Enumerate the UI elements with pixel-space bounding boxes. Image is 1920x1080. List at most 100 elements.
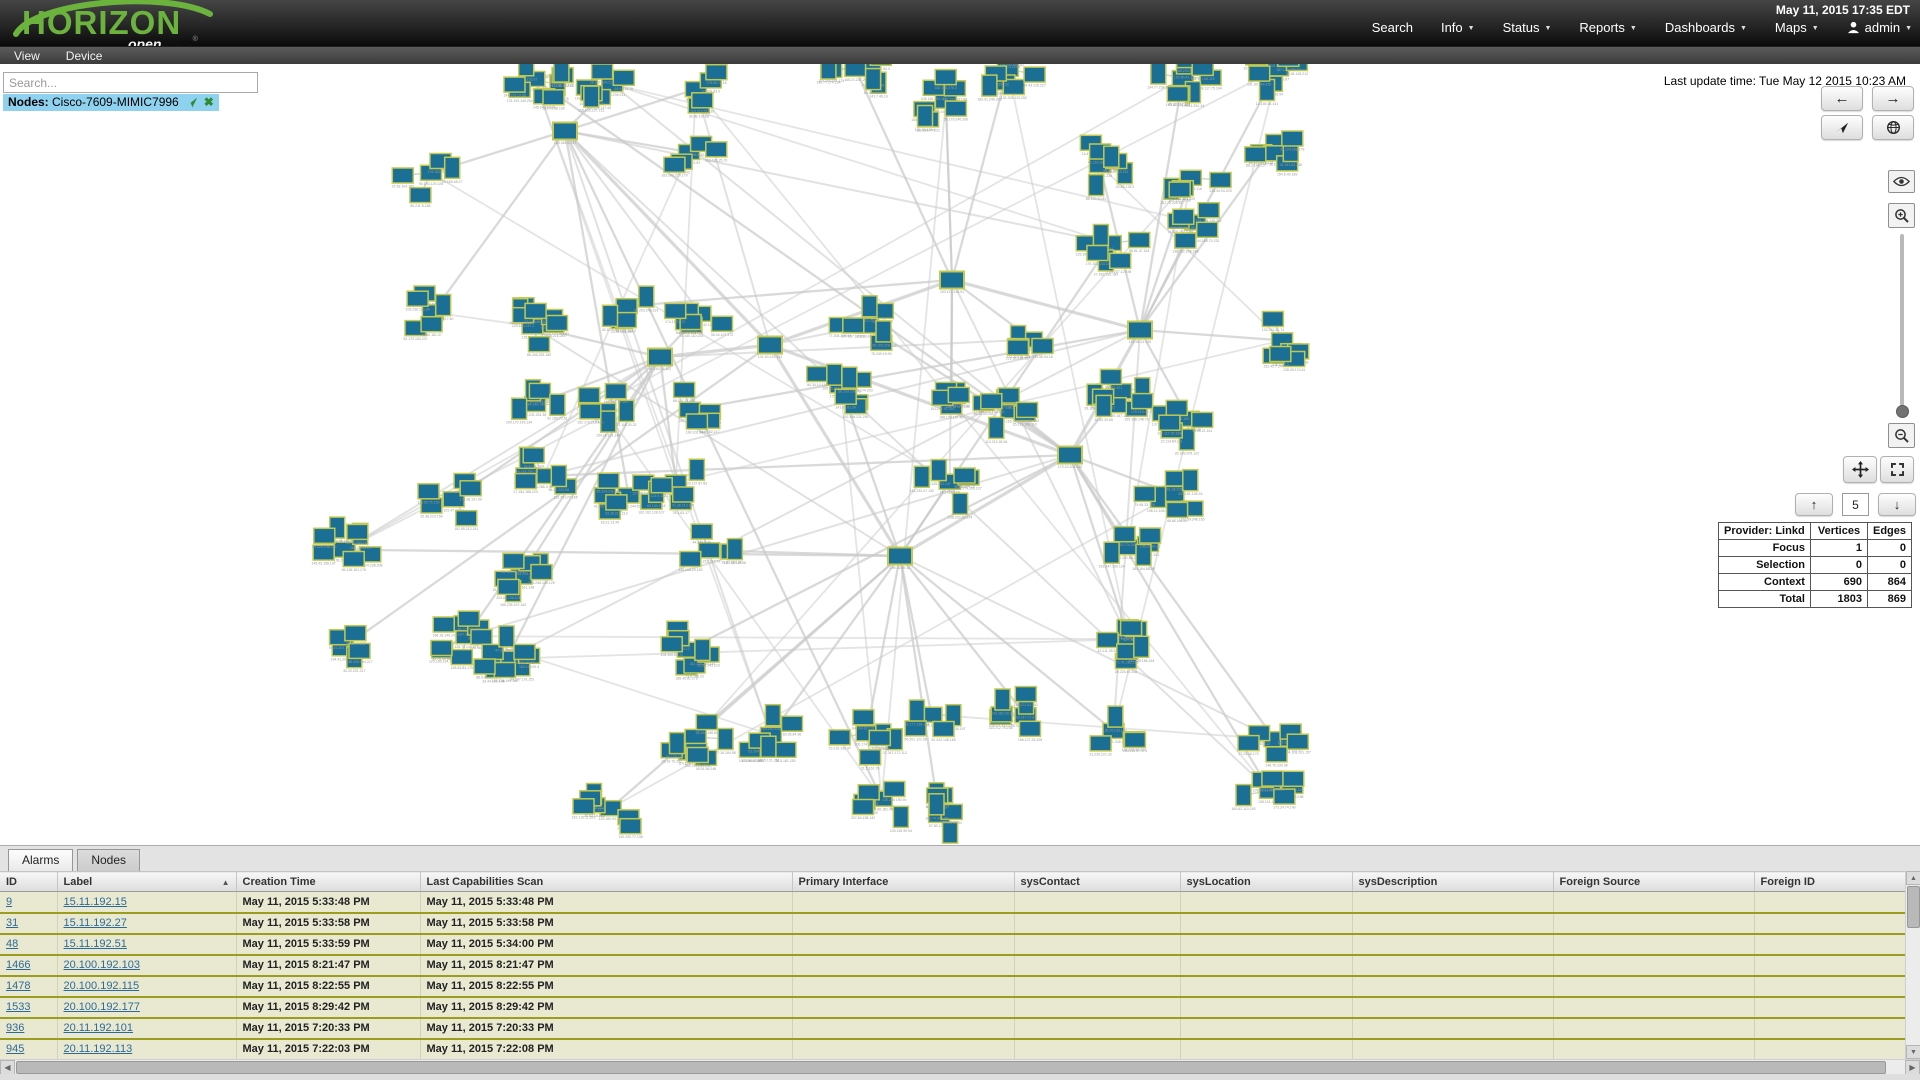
device-node[interactable]: 65.9.214.76 bbox=[613, 70, 634, 91]
device-node[interactable]: 163.113.57.174 bbox=[1123, 732, 1147, 753]
device-node[interactable]: 135.166.29.139 bbox=[678, 552, 702, 573]
device-node[interactable]: 167.98.119.56 bbox=[724, 539, 746, 566]
device-node[interactable]: 11.172.78.65 bbox=[869, 731, 890, 752]
device-node[interactable]: 110.213.75.139 bbox=[690, 93, 714, 114]
locate-arrow-icon[interactable] bbox=[185, 96, 198, 109]
column-header-sysdescription[interactable]: sysDescription bbox=[1352, 872, 1553, 892]
device-node[interactable]: 71.118.25.32 bbox=[616, 400, 636, 427]
zoom-in-button[interactable] bbox=[1888, 203, 1915, 228]
device-node[interactable]: 89.25.64.96 bbox=[782, 716, 803, 737]
device-node[interactable]: 178.53.72.16 bbox=[706, 65, 727, 86]
device-node[interactable]: 189.102.140.1 bbox=[686, 414, 708, 435]
device-node[interactable]: 18.24.133.120 bbox=[1104, 706, 1126, 733]
tab-nodes[interactable]: Nodes bbox=[77, 849, 140, 871]
device-node[interactable]: 199.30.69.18 bbox=[888, 548, 912, 571]
node-id-link[interactable]: 1478 bbox=[6, 980, 30, 992]
device-node[interactable]: 37.63.104.153 bbox=[392, 168, 414, 189]
device-node[interactable]: 194.238.143.254 bbox=[1170, 209, 1196, 230]
device-node[interactable]: 94.76.33.88 bbox=[431, 641, 452, 662]
device-node[interactable]: 68.209.109.76 bbox=[838, 367, 860, 394]
device-node[interactable]: 145.56.94.18 bbox=[1032, 339, 1053, 360]
nav-maps[interactable]: Maps▼ bbox=[1775, 20, 1819, 35]
device-node[interactable]: 42.10.1.19 bbox=[602, 305, 619, 332]
device-node[interactable]: 28.247.109.218 bbox=[590, 64, 614, 85]
device-node[interactable]: 38.156.158.60 bbox=[696, 715, 718, 736]
device-node[interactable]: 64.43.125.227 bbox=[1023, 67, 1045, 88]
node-label-link[interactable]: 15.11.192.51 bbox=[64, 938, 127, 950]
column-header-foreign-source[interactable]: Foreign Source bbox=[1553, 872, 1754, 892]
node-id-link[interactable]: 31 bbox=[6, 917, 18, 929]
device-node[interactable]: 38.124.253.178 bbox=[1280, 131, 1304, 152]
device-node[interactable]: 152.39.21.126 bbox=[1128, 322, 1152, 345]
node-id-link[interactable]: 9 bbox=[6, 896, 12, 908]
zoom-slider-handle[interactable] bbox=[1896, 405, 1909, 418]
device-node[interactable]: 122.60.118.157 bbox=[1006, 340, 1030, 361]
device-node[interactable]: 10.92.20.69 bbox=[1094, 395, 1113, 422]
device-node[interactable]: 162.242.38.161 bbox=[604, 384, 628, 405]
device-node[interactable]: 43.25.21.161 bbox=[1192, 412, 1213, 433]
search-input[interactable] bbox=[3, 72, 258, 93]
szl-up-button[interactable]: ↑ bbox=[1795, 493, 1833, 516]
node-label-link[interactable]: 20.100.192.177 bbox=[64, 1001, 140, 1013]
device-node[interactable]: 36.24.107.172 bbox=[711, 316, 733, 337]
device-node[interactable]: 29.52.14.183 bbox=[345, 626, 366, 647]
device-node[interactable]: 138.34.94.223 bbox=[1209, 173, 1231, 194]
device-node[interactable]: 44.35.37.7 bbox=[1103, 146, 1120, 173]
device-node[interactable]: 150.10.140.158 bbox=[1166, 87, 1190, 108]
device-node[interactable]: 88.2.140.25 bbox=[1245, 147, 1266, 168]
node-id-link[interactable]: 1466 bbox=[6, 959, 30, 971]
szl-input[interactable] bbox=[1842, 493, 1869, 516]
device-node[interactable]: 180.126.176.3 bbox=[935, 70, 957, 91]
device-node[interactable]: 181.222.51.241 bbox=[1014, 687, 1038, 708]
device-node[interactable]: 174.15.5.137 bbox=[665, 303, 686, 324]
nav-search[interactable]: Search bbox=[1372, 20, 1413, 35]
device-node[interactable]: 42.111.25.35 bbox=[1097, 633, 1118, 654]
device-node[interactable]: 203.64.106.105 bbox=[496, 579, 520, 600]
device-node[interactable]: 33.137.87.83 bbox=[687, 459, 707, 486]
device-node[interactable]: 21.74.231.45 bbox=[529, 383, 550, 404]
nav-reports[interactable]: Reports▼ bbox=[1579, 20, 1636, 35]
device-node[interactable]: 146.5.131.251 bbox=[757, 736, 779, 763]
device-node[interactable]: 163.146.229.179 bbox=[661, 157, 687, 178]
device-node[interactable]: 41.38.213.197 bbox=[672, 487, 694, 508]
device-node[interactable]: 103.100.62.34 bbox=[661, 637, 683, 658]
device-node[interactable]: 168.18.149.14 bbox=[433, 617, 455, 638]
device-node[interactable]: 104.158.70.231 bbox=[1195, 222, 1219, 243]
device-node[interactable]: 118.59.75.150 bbox=[417, 484, 439, 505]
nav-admin[interactable]: admin▼ bbox=[1847, 20, 1912, 35]
device-node[interactable]: 48.68.156.91 bbox=[1167, 502, 1188, 523]
scroll-up-icon[interactable]: ▲ bbox=[1906, 871, 1920, 885]
table-horizontal-scrollbar[interactable]: ◀ ▶ bbox=[0, 1059, 1920, 1074]
node-label-link[interactable]: 15.11.192.15 bbox=[64, 896, 127, 908]
device-node[interactable]: 131.40.124.4 bbox=[915, 106, 935, 133]
table-vertical-scrollbar[interactable]: ▲ ▼ bbox=[1905, 871, 1920, 1059]
device-node[interactable]: 131.90.123.133 bbox=[758, 337, 782, 360]
device-node[interactable]: 194.77.234.93 bbox=[1147, 64, 1169, 90]
device-node[interactable]: 175.215.42.73 bbox=[1131, 394, 1153, 415]
device-node[interactable]: 100.115.99.94 bbox=[890, 806, 912, 833]
device-node[interactable]: 173.28.151.99 bbox=[460, 481, 482, 502]
device-node[interactable]: 199.121.137.120 bbox=[978, 394, 1004, 415]
column-header-syscontact[interactable]: sysContact bbox=[1014, 872, 1180, 892]
device-node[interactable]: 36.126.161.176 bbox=[342, 552, 366, 573]
remove-focus-icon[interactable]: ✖ bbox=[204, 96, 214, 108]
device-node[interactable]: 92.160.73.51 bbox=[547, 394, 567, 421]
focus-node-chip[interactable]: Nodes: Cisco-7609-MIMIC7996 ✖ bbox=[3, 94, 219, 111]
center-on-selection-button[interactable] bbox=[1821, 115, 1863, 140]
device-node[interactable]: 65.211.5.248 bbox=[410, 188, 431, 209]
szl-down-button[interactable]: ↓ bbox=[1878, 493, 1916, 516]
device-node[interactable]: 146.0.12.2 bbox=[1270, 347, 1291, 368]
zoom-out-button[interactable] bbox=[1888, 423, 1915, 448]
node-label-link[interactable]: 20.11.192.113 bbox=[64, 1043, 133, 1055]
device-node[interactable]: 116.181.25.70 bbox=[705, 142, 727, 163]
device-node[interactable]: 148.76.230.96 bbox=[1265, 747, 1287, 768]
column-header-foreign-id[interactable]: Foreign ID bbox=[1754, 872, 1905, 892]
device-node[interactable]: 27.184.188.223 bbox=[513, 474, 537, 495]
column-header-label[interactable]: Label▲ bbox=[57, 872, 236, 892]
device-node[interactable]: 142.182.39.30 bbox=[991, 689, 1013, 716]
device-node[interactable]: 28.237.123.96 bbox=[1109, 253, 1131, 273]
device-node[interactable]: 107.117.50.168 bbox=[1157, 415, 1181, 436]
device-node[interactable]: 112.219.26.54 bbox=[985, 417, 1007, 444]
node-label-link[interactable]: 20.100.192.103 bbox=[64, 959, 140, 971]
device-node[interactable]: 207.54.138.132 bbox=[851, 800, 875, 821]
